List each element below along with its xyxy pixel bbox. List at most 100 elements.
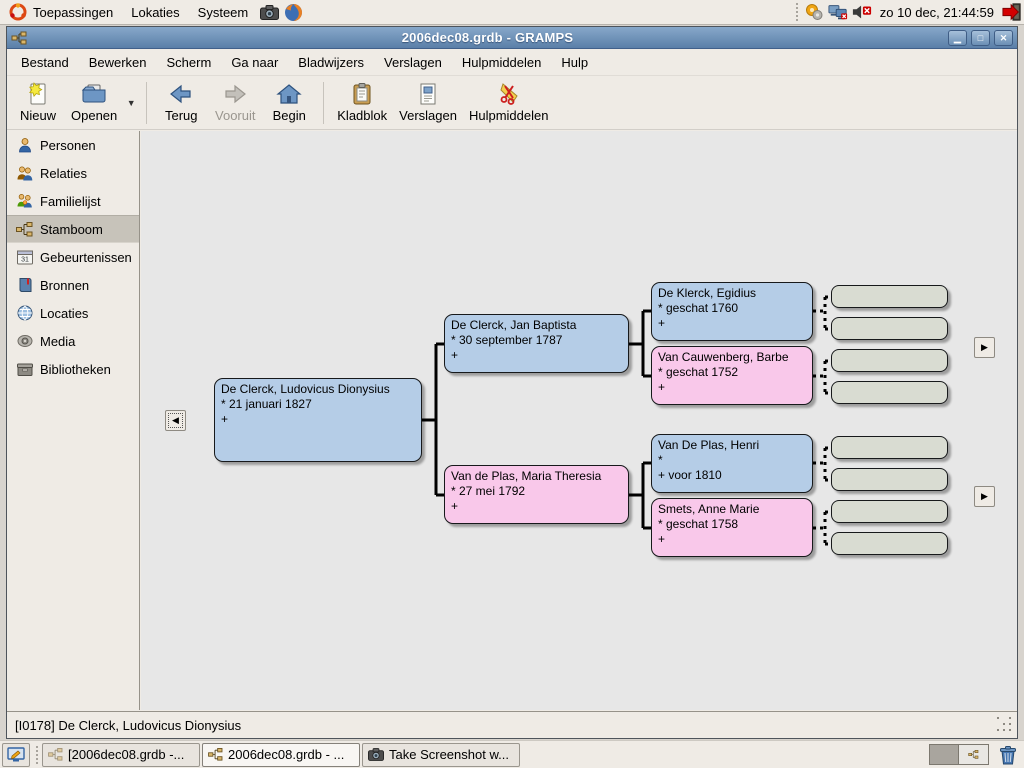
person-death: + [658,316,806,331]
task-label: 2006dec08.grdb - ... [228,747,344,762]
empty-person-box [831,349,948,372]
minimize-button[interactable]: ▁ [948,30,967,46]
task-button-dialog[interactable]: [2006dec08.grdb -... [42,743,200,767]
sidebar-item-gebeurtenissen[interactable]: 31 Gebeurtenissen [7,243,139,271]
task-button-gramps-active[interactable]: 2006dec08.grdb - ... [202,743,360,767]
person-birth: * 27 mei 1792 [451,484,622,499]
person-birth: * 21 januari 1827 [221,397,415,412]
sidebar-label: Personen [40,138,96,153]
forward-button[interactable]: Vooruit [208,78,262,128]
task-label: [2006dec08.grdb -... [68,747,184,762]
person-box-root[interactable]: De Clerck, Ludovicus Dionysius * 21 janu… [214,378,422,462]
sidebar-item-bronnen[interactable]: Bronnen [7,271,139,299]
show-desktop-icon [7,747,25,763]
menu-hulp[interactable]: Hulp [551,50,598,75]
person-death: + [221,412,415,427]
pedigree-left-button[interactable]: ◀ [165,410,186,431]
person-death: + [451,499,622,514]
menu-ga-naar[interactable]: Ga naar [221,50,288,75]
gramps-window: 2006dec08.grdb - GRAMPS ▁ □ ✕ Bestand Be… [6,26,1018,739]
pedigree-right-button-bottom[interactable]: ▶ [974,486,995,507]
sources-book-icon [16,277,33,294]
applications-menu[interactable]: Toepassingen [0,0,122,25]
sidebar-label: Familielijst [40,194,101,209]
open-button-label: Openen [71,108,117,123]
pedigree-icon [16,221,33,238]
empty-person-box [831,532,948,555]
back-button[interactable]: Terug [154,78,208,128]
clock-applet[interactable]: zo 10 dec, 21:44:59 [876,5,998,20]
software-update-icon[interactable] [804,2,824,22]
right-arrow-icon: ▶ [981,491,988,502]
home-button[interactable]: Begin [262,78,316,128]
person-name: Van de Plas, Maria Theresia [451,469,622,484]
scratchpad-button[interactable]: Kladblok [331,78,393,128]
places-menu[interactable]: Lokaties [122,0,188,25]
task-button-screenshot[interactable]: Take Screenshot w... [362,743,520,767]
person-name: De Klerck, Egidius [658,286,806,301]
gramps-icon [208,748,223,761]
system-menu-label: Systeem [198,5,249,20]
logout-door-icon[interactable] [1002,2,1022,22]
sidebar-label: Bronnen [40,278,89,293]
workspace-1[interactable] [930,745,959,764]
gnome-top-panel: Toepassingen Lokaties Systeem [0,0,1024,25]
menu-scherm[interactable]: Scherm [157,50,222,75]
volume-muted-icon[interactable] [852,2,872,22]
person-box-grandmother-maternal[interactable]: Smets, Anne Marie * geschat 1758 + [651,498,813,557]
sidebar-item-stamboom[interactable]: Stamboom [7,215,139,243]
menu-bewerken[interactable]: Bewerken [79,50,157,75]
person-box-father[interactable]: De Clerck, Jan Baptista * 30 september 1… [444,314,629,373]
forward-arrow-icon [222,82,248,106]
home-icon [276,82,302,106]
forward-button-label: Vooruit [215,108,255,123]
maximize-button[interactable]: □ [971,30,990,46]
pedigree-right-button-top[interactable]: ▶ [974,337,995,358]
person-box-grandfather-maternal[interactable]: Van De Plas, Henri * + voor 1810 [651,434,813,493]
screenshot-camera-icon [260,5,279,20]
toolbar-separator [323,82,324,124]
home-button-label: Begin [273,108,306,123]
trash-applet[interactable] [995,743,1021,767]
show-desktop-button[interactable] [2,743,30,767]
workspace-2[interactable] [959,745,988,764]
firefox-launcher[interactable] [282,1,304,23]
gramps-icon [48,748,63,761]
sidebar-item-bibliotheken[interactable]: Bibliotheken [7,355,139,383]
tray-handle[interactable] [794,3,800,21]
person-birth: * geschat 1760 [658,301,806,316]
clipboard-icon [350,82,374,106]
person-box-grandmother-paternal[interactable]: Van Cauwenberg, Barbe * geschat 1752 + [651,346,813,405]
events-calendar-icon: 31 [16,249,33,266]
open-button[interactable]: Openen [65,78,123,128]
gramps-icon [968,750,979,759]
system-menu[interactable]: Systeem [189,0,258,25]
resize-grip[interactable] [997,717,1013,733]
empty-person-box [831,468,948,491]
open-dropdown-button[interactable]: ▼ [123,78,139,128]
tasklist-handle[interactable] [34,746,40,764]
sidebar-item-media[interactable]: Media [7,327,139,355]
network-computers-icon[interactable] [828,2,848,22]
menu-verslagen[interactable]: Verslagen [374,50,452,75]
menu-hulpmiddelen[interactable]: Hulpmiddelen [452,50,552,75]
close-button[interactable]: ✕ [994,30,1013,46]
person-box-grandfather-paternal[interactable]: De Klerck, Egidius * geschat 1760 + [651,282,813,341]
sidebar-item-familielijst[interactable]: Familielijst [7,187,139,215]
back-button-label: Terug [165,108,198,123]
reports-button[interactable]: Verslagen [393,78,463,128]
titlebar[interactable]: 2006dec08.grdb - GRAMPS ▁ □ ✕ [7,27,1017,49]
tools-button[interactable]: Hulpmiddelen [463,78,555,128]
task-label: Take Screenshot w... [389,747,509,762]
menu-bestand[interactable]: Bestand [11,50,79,75]
media-icon [16,333,33,350]
person-box-mother[interactable]: Van de Plas, Maria Theresia * 27 mei 179… [444,465,629,524]
person-death: + [658,532,806,547]
menu-bladwijzers[interactable]: Bladwijzers [288,50,374,75]
screenshot-launcher[interactable] [258,1,280,23]
new-button[interactable]: Nieuw [11,78,65,128]
sidebar-item-locaties[interactable]: Locaties [7,299,139,327]
sidebar-item-personen[interactable]: Personen [7,131,139,159]
sidebar-item-relaties[interactable]: Relaties [7,159,139,187]
places-globe-icon [16,305,33,322]
